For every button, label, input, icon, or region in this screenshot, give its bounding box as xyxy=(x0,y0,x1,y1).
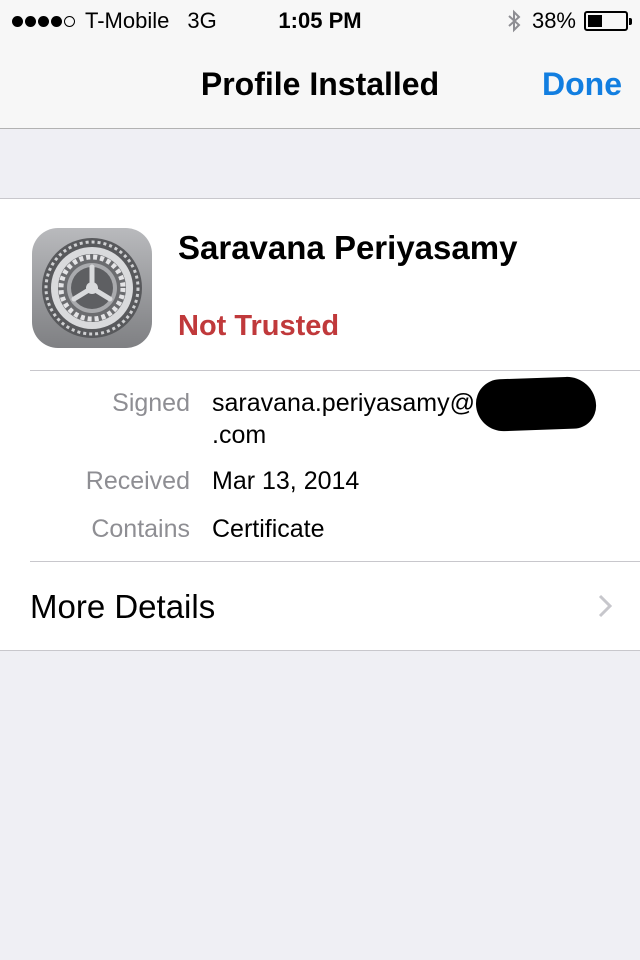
bluetooth-icon xyxy=(508,9,521,33)
battery-level-fill xyxy=(588,15,602,27)
received-value: Mar 13, 2014 xyxy=(212,467,360,495)
signed-value: saravana.periyasamy@ .com xyxy=(212,387,475,451)
more-details-label: More Details xyxy=(30,588,216,625)
redaction-mark xyxy=(475,375,597,433)
profile-name: Saravana Periyasamy xyxy=(178,229,518,266)
trust-status-label: Not Trusted xyxy=(178,310,340,342)
navigation-bar: Profile Installed Done xyxy=(0,40,640,129)
chevron-right-icon xyxy=(598,594,612,618)
done-button[interactable]: Done xyxy=(542,66,622,103)
contains-value: Certificate xyxy=(212,515,325,543)
received-label: Received xyxy=(85,467,190,495)
gear-icon xyxy=(42,238,142,338)
signed-label: Signed xyxy=(112,389,190,417)
contains-label: Contains xyxy=(91,515,190,543)
profile-card: Saravana Periyasamy Not Trusted Signed s… xyxy=(0,198,640,651)
signed-email-line1: saravana.periyasamy@ xyxy=(212,389,475,417)
settings-gear-icon xyxy=(32,228,152,348)
divider xyxy=(30,370,640,371)
battery-icon xyxy=(584,11,632,31)
status-right: 38% xyxy=(506,8,632,34)
more-details-row[interactable]: More Details xyxy=(0,562,640,650)
signed-email-line2: .com xyxy=(212,421,267,449)
status-bar: T-Mobile 3G 1:05 PM 38% xyxy=(0,0,640,40)
battery-percent: 38% xyxy=(531,8,576,33)
